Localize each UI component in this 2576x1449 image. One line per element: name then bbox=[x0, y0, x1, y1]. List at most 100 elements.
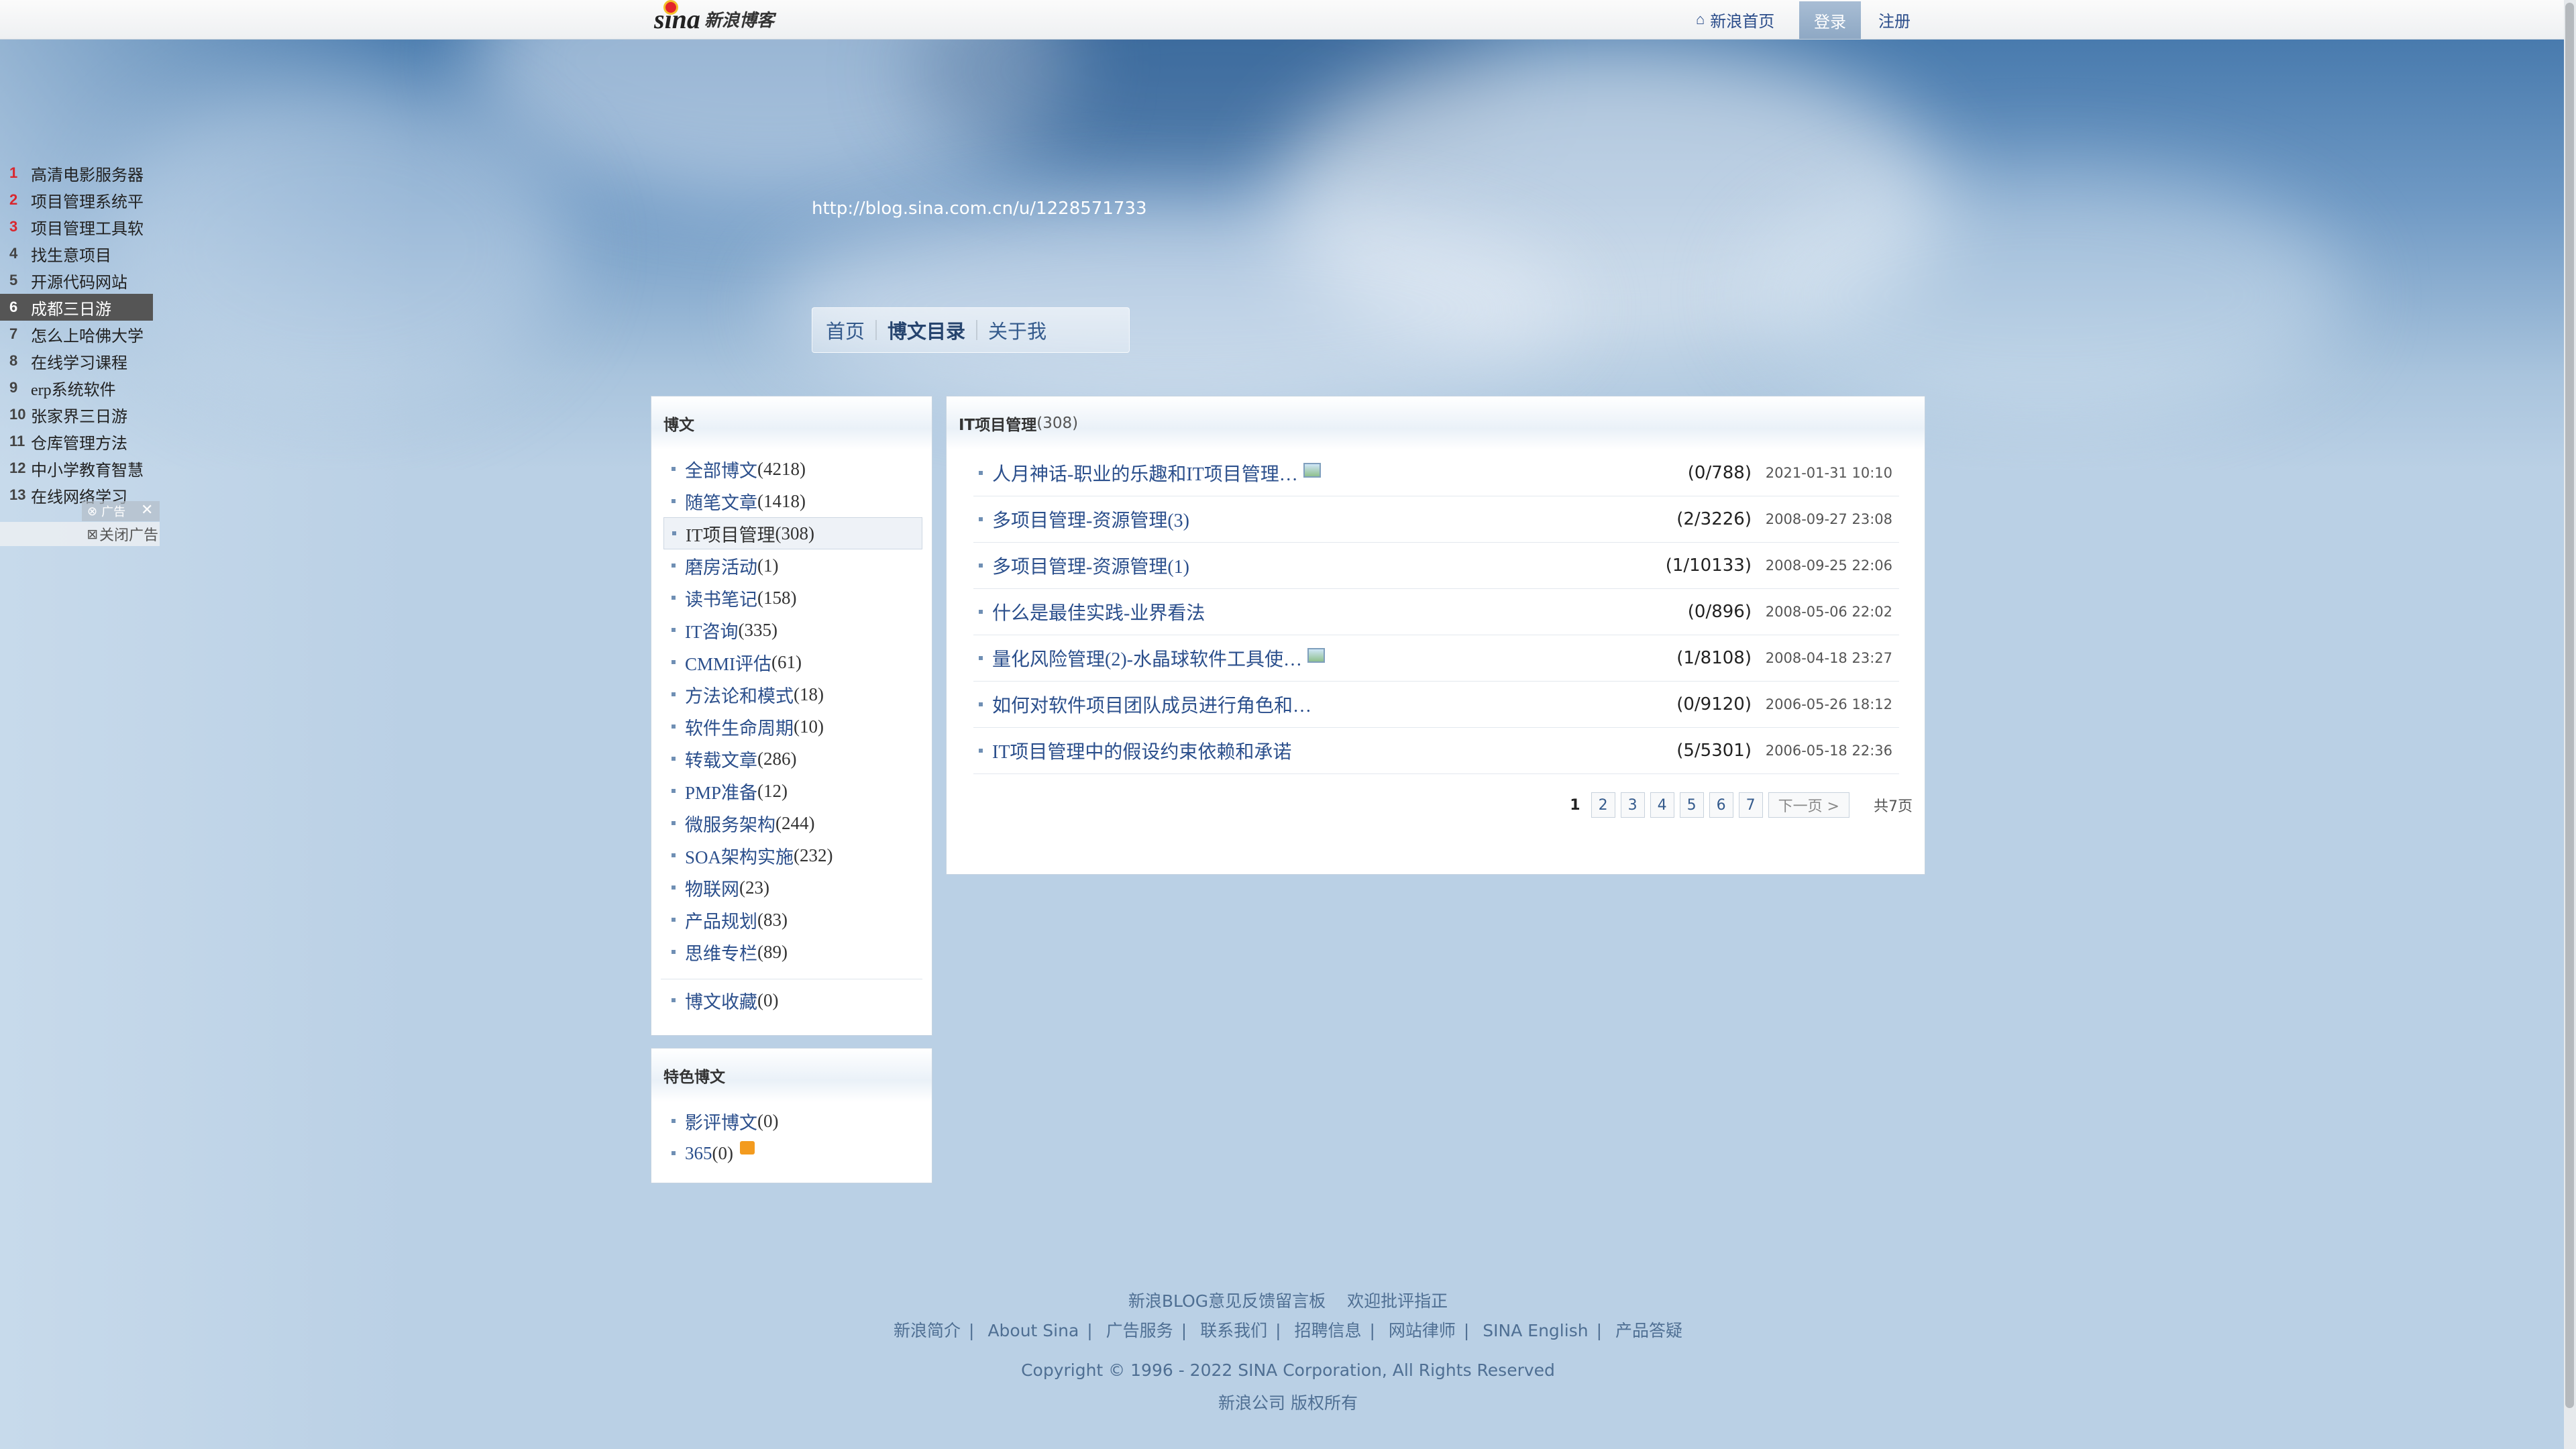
category-count: (308) bbox=[775, 523, 814, 543]
category-item[interactable]: IT咨询 (335) bbox=[663, 614, 922, 646]
hot-item[interactable]: 10 张家界三日游 bbox=[0, 401, 161, 428]
post-list: 人月神话-职业的乐趣和IT项目管理… (0/788) 2021-01-31 10… bbox=[973, 450, 1899, 774]
scrollbar-thumb[interactable] bbox=[2565, 3, 2574, 1408]
bullet-icon bbox=[672, 1119, 676, 1123]
page-button[interactable]: 5 bbox=[1679, 792, 1704, 818]
featured-name: 影评博文 bbox=[685, 1112, 757, 1133]
hot-rank: 4 bbox=[9, 245, 18, 262]
page-button[interactable]: 3 bbox=[1620, 792, 1645, 818]
hot-rank: 2 bbox=[9, 191, 18, 208]
hot-item[interactable]: 9 erp系统软件 bbox=[0, 374, 161, 401]
hot-item[interactable]: 5 开源代码网站 bbox=[0, 267, 161, 294]
footer-link-contact[interactable]: 联系我们 bbox=[1200, 1321, 1267, 1340]
category-name: 读书笔记 bbox=[685, 589, 757, 610]
nav-home[interactable]: 首页 bbox=[826, 316, 865, 344]
footer-link-about-sina[interactable]: About Sina bbox=[987, 1321, 1079, 1340]
close-ad-button[interactable]: ⊠ 关闭广告 bbox=[0, 522, 160, 546]
footer-link-english[interactable]: SINA English bbox=[1483, 1321, 1588, 1340]
page-button[interactable]: 4 bbox=[1650, 792, 1674, 818]
feedback-link[interactable]: 新浪BLOG意见反馈留言板 bbox=[1128, 1291, 1326, 1311]
image-icon bbox=[1303, 463, 1321, 478]
register-link[interactable]: 注册 bbox=[1878, 0, 1911, 39]
category-count: (12) bbox=[757, 780, 788, 801]
post-row: 多项目管理-资源管理(1) (1/10133) 2008-09-25 22:06 bbox=[973, 543, 1899, 589]
category-item[interactable]: 转载文章 (286) bbox=[663, 743, 922, 775]
category-name: 转载文章 bbox=[685, 750, 757, 771]
category-item[interactable]: 产品规划 (83) bbox=[663, 904, 922, 936]
category-item[interactable]: 方法论和模式 (18) bbox=[663, 678, 922, 710]
nav-catalog[interactable]: 博文目录 bbox=[888, 316, 965, 344]
post-row: 多项目管理-资源管理(3) (2/3226) 2008-09-27 23:08 bbox=[973, 496, 1899, 543]
sina-home-link[interactable]: ⌂ 新浪首页 bbox=[1696, 0, 1774, 39]
hot-item-active[interactable]: 6 成都三日游 bbox=[0, 294, 153, 321]
category-item[interactable]: 软件生命周期 (10) bbox=[663, 710, 922, 743]
post-title-link[interactable]: IT项目管理中的假设约束依赖和承诺 bbox=[992, 737, 1291, 764]
category-item[interactable]: CMMI评估 (61) bbox=[663, 646, 922, 678]
category-item[interactable]: 全部博文 (4218) bbox=[663, 453, 922, 485]
image-icon bbox=[1307, 648, 1325, 663]
post-title-link[interactable]: 多项目管理-资源管理(1) bbox=[992, 552, 1189, 579]
page-button[interactable]: 2 bbox=[1591, 792, 1615, 818]
category-item-selected[interactable]: IT项目管理 (308) bbox=[663, 517, 922, 549]
category-item[interactable]: 思维专栏 (89) bbox=[663, 936, 922, 968]
hot-item[interactable]: 8 在线学习课程 bbox=[0, 347, 161, 374]
post-date: 2008-09-25 22:06 bbox=[1765, 557, 1892, 574]
footer-feedback: 新浪BLOG意见反馈留言板 欢迎批评指正 bbox=[0, 1288, 2576, 1312]
post-comments-views: (0/788) bbox=[1687, 463, 1752, 483]
hot-item[interactable]: 7 怎么上哈佛大学 bbox=[0, 321, 161, 347]
blog-url[interactable]: http://blog.sina.com.cn/u/1228571733 bbox=[812, 199, 1146, 219]
post-title-link[interactable]: 多项目管理-资源管理(3) bbox=[992, 506, 1189, 533]
category-item[interactable]: 微服务架构 (244) bbox=[663, 807, 922, 839]
hot-item[interactable]: 2 项目管理系统平 bbox=[0, 186, 161, 213]
ad-tag-label: 广告 bbox=[101, 505, 126, 519]
rss-icon[interactable] bbox=[739, 1141, 755, 1155]
logo-eye-icon bbox=[663, 0, 678, 15]
hot-text: 找生意项目 bbox=[31, 247, 111, 265]
hot-item[interactable]: 12 中小学教育智慧 bbox=[0, 455, 161, 482]
hot-item[interactable]: 11 仓库管理方法 bbox=[0, 428, 161, 455]
hot-rank: 10 bbox=[9, 406, 26, 423]
post-title-link[interactable]: 什么是最佳实践-业界看法 bbox=[992, 598, 1205, 625]
hot-item[interactable]: 3 项目管理工具软 bbox=[0, 213, 161, 240]
page-button[interactable]: 7 bbox=[1738, 792, 1763, 818]
hot-text: 在线学习课程 bbox=[31, 354, 127, 372]
footer-link-ads[interactable]: 广告服务 bbox=[1106, 1321, 1173, 1340]
hot-text: 中小学教育智慧 bbox=[31, 462, 144, 480]
blog-nav: 首页 博文目录 关于我 bbox=[812, 307, 1130, 353]
hot-text: 项目管理系统平 bbox=[31, 193, 144, 211]
favorites-name: 博文收藏 bbox=[685, 991, 757, 1012]
footer-link-faq[interactable]: 产品答疑 bbox=[1615, 1321, 1682, 1340]
hot-item[interactable]: 4 找生意项目 bbox=[0, 240, 161, 267]
welcome-text[interactable]: 欢迎批评指正 bbox=[1347, 1291, 1448, 1311]
posts-category-count: (308) bbox=[1036, 415, 1079, 432]
post-row: 量化风险管理(2)-水晶球软件工具使… (1/8108) 2008-04-18 … bbox=[973, 635, 1899, 682]
post-title-link[interactable]: 人月神话-职业的乐趣和IT项目管理… bbox=[992, 460, 1298, 486]
category-item[interactable]: 物联网 (23) bbox=[663, 871, 922, 904]
bullet-icon bbox=[979, 517, 983, 521]
ad-logo-icon: ⊗ bbox=[87, 504, 98, 519]
post-title-link[interactable]: 量化风险管理(2)-水晶球软件工具使… bbox=[992, 645, 1302, 672]
favorites-item[interactable]: 博文收藏 (0) bbox=[663, 984, 922, 1016]
footer-link-lawyer[interactable]: 网站律师 bbox=[1389, 1321, 1456, 1340]
footer-link-about-cn[interactable]: 新浪简介 bbox=[894, 1321, 961, 1340]
featured-item[interactable]: 影评博文 (0) bbox=[663, 1105, 922, 1137]
sina-blog-logo[interactable]: sina 新浪博客 bbox=[654, 0, 774, 34]
footer-link-jobs[interactable]: 招聘信息 bbox=[1294, 1321, 1361, 1340]
category-item[interactable]: 磨房活动 (1) bbox=[663, 549, 922, 582]
category-item[interactable]: SOA架构实施 (232) bbox=[663, 839, 922, 871]
bullet-icon bbox=[672, 628, 676, 632]
logo-text: 新浪博客 bbox=[704, 10, 774, 31]
category-item[interactable]: PMP准备 (12) bbox=[663, 775, 922, 807]
login-button[interactable]: 登录 bbox=[1799, 1, 1861, 39]
hot-item[interactable]: 1 高清电影服务器 bbox=[0, 160, 161, 186]
category-name: 产品规划 bbox=[685, 911, 757, 932]
page-button[interactable]: 6 bbox=[1709, 792, 1733, 818]
post-title-link[interactable]: 如何对软件项目团队成员进行角色和… bbox=[992, 691, 1311, 718]
nav-about[interactable]: 关于我 bbox=[988, 316, 1046, 344]
category-item[interactable]: 读书笔记 (158) bbox=[663, 582, 922, 614]
next-page-button[interactable]: 下一页 > bbox=[1768, 792, 1849, 818]
ad-dismiss-icon[interactable]: ✕ bbox=[141, 502, 153, 519]
featured-item[interactable]: 365 (0) bbox=[663, 1137, 922, 1169]
category-name: 磨房活动 bbox=[685, 557, 757, 578]
category-item[interactable]: 随笔文章 (1418) bbox=[663, 485, 922, 517]
